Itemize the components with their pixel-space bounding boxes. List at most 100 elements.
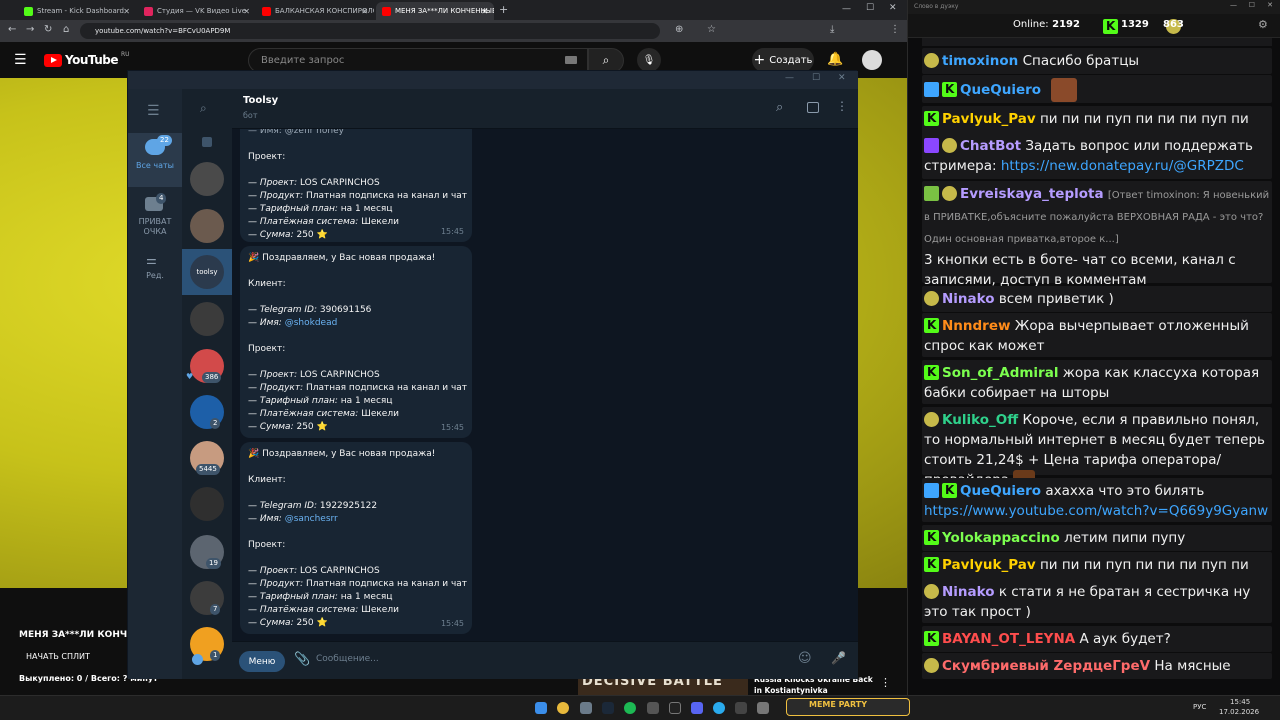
chat-username[interactable]: Evreiskaya_teplota [960, 186, 1104, 202]
maximize-icon[interactable]: ☐ [1249, 1, 1255, 9]
chat-link[interactable]: https://new.donatepay.ru/@GRPZDC [1001, 158, 1244, 174]
folder-private[interactable]: 4 ПРИВАТ ОЧКА [128, 191, 182, 247]
close-icon[interactable]: ✕ [1267, 1, 1273, 9]
chat-avatar-8[interactable] [190, 487, 224, 521]
obs-icon[interactable] [669, 702, 681, 714]
browser-tab-kick[interactable]: Stream - Kick Dashboard ✕ [18, 2, 136, 20]
message-bubble[interactable]: 🎉 Поздравляем, у Вас новая продажа! Клие… [240, 246, 472, 438]
chat-link[interactable]: https://www.youtube.com/watch?v=Q669y9Gy… [924, 503, 1268, 519]
chat-username[interactable]: timoxinon [942, 53, 1018, 69]
chat-stats-bar: Online: 2192 1329 863 ⚙ [908, 14, 1280, 38]
bookmark-star-icon[interactable]: ☆ [707, 24, 716, 35]
start-split-button[interactable]: НАЧАТЬ СПЛИТ [26, 652, 90, 661]
bell-icon[interactable]: 🔔 [827, 52, 843, 67]
chat-avatar-1[interactable] [190, 162, 224, 196]
extension-icon[interactable]: ⊕ [675, 24, 683, 35]
hamburger-icon[interactable]: ☰ [14, 52, 27, 68]
browser-tab-vk[interactable]: Студия — VK Видео Live ✕ [138, 2, 256, 20]
chat-username[interactable]: Nnndrew [942, 318, 1010, 334]
discord-icon[interactable] [691, 702, 703, 714]
keyboard-icon[interactable] [565, 56, 577, 64]
minimize-icon[interactable]: — [1230, 1, 1237, 9]
more-vert-icon[interactable]: ⋮ [836, 99, 848, 113]
chat-username[interactable]: Yolokappaccino [942, 530, 1060, 546]
reload-icon[interactable]: ↻ [44, 24, 52, 35]
chat-username[interactable]: Скумбриевый ZердцеГреV [942, 658, 1150, 674]
chat-avatar-2[interactable] [190, 209, 224, 243]
browser-tab-youtube-1[interactable]: БАЛКАНСКАЯ КОНСПИРОЛОГ ✕ [256, 2, 374, 20]
language-indicator[interactable]: РУС [1193, 703, 1206, 711]
detail-line: — Проект: LOS CARPINCHOS [248, 178, 380, 188]
chat-username[interactable]: Kuliko_Off [942, 412, 1018, 428]
settings-gear-icon[interactable]: ⚙ [1258, 18, 1268, 31]
username-link[interactable]: @shokdead [285, 318, 338, 328]
kick-icon [924, 529, 939, 545]
minimize-icon[interactable]: — [785, 73, 794, 83]
archive-icon[interactable] [202, 137, 212, 147]
voice-search-button[interactable]: 🎙 [637, 48, 661, 72]
home-icon[interactable]: ⌂ [63, 24, 69, 35]
start-icon[interactable] [535, 702, 547, 714]
sale-headline: 🎉 Поздравляем, у Вас новая продажа! [248, 449, 436, 459]
steam-icon[interactable] [602, 702, 614, 714]
chat-item-toolsy-selected[interactable]: toolsy [182, 249, 232, 295]
new-tab-button[interactable]: + [499, 3, 508, 16]
minimize-icon[interactable]: — [842, 4, 851, 14]
bot-menu-button[interactable]: Меню [239, 651, 285, 672]
chat-username[interactable]: QueQuiero [960, 483, 1041, 499]
search-icon[interactable]: ⌕ [200, 101, 207, 116]
close-icon[interactable]: ✕ [123, 7, 130, 16]
meme-party-widget[interactable]: MEME PARTY [786, 698, 910, 716]
message-bubble[interactable]: 🎉 Поздравляем, у Вас новая продажа! Клие… [240, 442, 472, 634]
chat-username[interactable]: QueQuiero [960, 82, 1041, 98]
name-line: — Имя: @zefir honey [248, 129, 344, 136]
app-icon[interactable] [735, 702, 747, 714]
chat-username[interactable]: Son_of_Admiral [942, 365, 1058, 381]
username-link[interactable]: @sanchesrr [285, 514, 338, 524]
close-icon[interactable]: ✕ [481, 7, 488, 16]
close-icon[interactable]: ✕ [243, 7, 250, 16]
folder-edit[interactable]: ⚌ Ред. [128, 249, 182, 289]
chat-username[interactable]: Pavlyuk_Pav [942, 111, 1036, 127]
mic-icon[interactable]: 🎤 [831, 651, 846, 665]
close-window-icon[interactable]: ✕ [889, 3, 897, 13]
address-bar[interactable]: youtube.com/watch?v=BFCvU0APD9M [80, 23, 660, 39]
close-icon[interactable]: ✕ [838, 73, 846, 83]
avatar[interactable] [862, 50, 882, 70]
attach-icon[interactable]: 📎 [294, 652, 310, 667]
close-icon[interactable]: ✕ [361, 7, 368, 16]
more-vert-icon[interactable]: ⋮ [880, 676, 891, 689]
youtube-logo[interactable]: YouTube RU [44, 51, 130, 67]
telegram-icon[interactable] [713, 702, 725, 714]
clock-time[interactable]: 15:45 [1230, 698, 1250, 706]
download-icon[interactable]: ⤓ [830, 24, 834, 35]
message-bubble[interactable]: — Имя: @zefir honey Проект: — Проект: LO… [240, 129, 472, 242]
sidebar-toggle-icon[interactable] [807, 102, 819, 113]
menu-dots-icon[interactable]: ⋮ [890, 24, 900, 35]
app-icon[interactable] [647, 702, 659, 714]
chrome-icon[interactable] [557, 702, 569, 714]
chat-username[interactable]: Ninako [942, 584, 995, 600]
maximize-icon[interactable]: ☐ [812, 73, 820, 83]
chat-username[interactable]: ChatBot [960, 138, 1021, 154]
chat-avatar-4[interactable] [190, 302, 224, 336]
maximize-icon[interactable]: ☐ [866, 3, 874, 13]
search-icon[interactable]: ⌕ [776, 100, 783, 115]
emoji-icon[interactable]: ☺ [798, 651, 812, 666]
forward-icon[interactable]: → [26, 24, 34, 35]
hamburger-icon[interactable]: ☰ [147, 103, 160, 119]
chat-username[interactable]: Ninako [942, 291, 995, 307]
create-button[interactable]: + Создать [752, 48, 814, 72]
message-input[interactable]: Сообщение... [316, 654, 379, 664]
app-icon[interactable] [757, 702, 769, 714]
app-icon[interactable] [580, 702, 592, 714]
clock-date[interactable]: 17.02.2026 [1219, 708, 1259, 716]
chat-username[interactable]: BAYAN_OT_LEYNA [942, 631, 1075, 647]
spotify-icon[interactable] [624, 702, 636, 714]
chat-username[interactable]: Pavlyuk_Pav [942, 557, 1036, 573]
chat-title[interactable]: Toolsy [243, 95, 278, 106]
back-icon[interactable]: ← [8, 24, 16, 35]
folder-all-chats[interactable]: 22 Все чаты [128, 133, 182, 187]
tab-title: МЕНЯ ЗА***ЛИ КОНЧЕННЫЕ С [395, 7, 494, 15]
browser-tab-youtube-active[interactable]: МЕНЯ ЗА***ЛИ КОНЧЕННЫЕ С ✕ [376, 2, 494, 20]
